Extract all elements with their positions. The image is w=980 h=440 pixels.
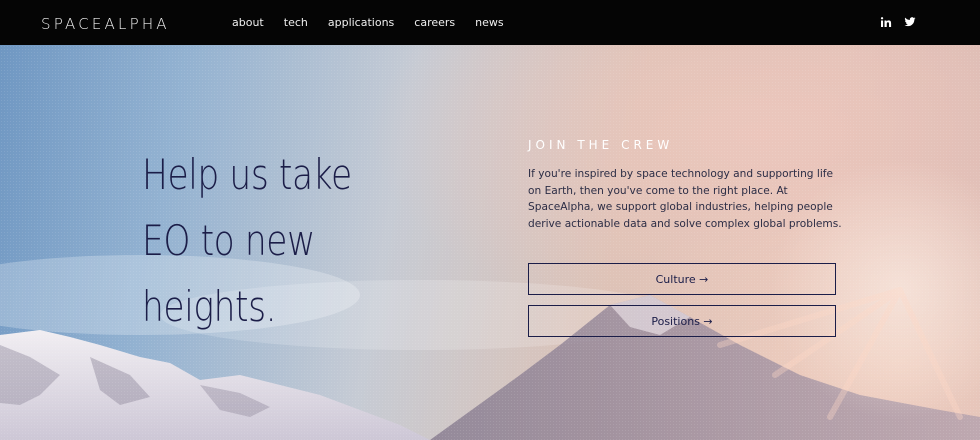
nav-link-careers[interactable]: careers bbox=[414, 16, 455, 29]
linkedin-icon[interactable] bbox=[880, 16, 892, 28]
logo[interactable]: SPACEALPHA bbox=[41, 15, 170, 33]
top-navbar: SPACEALPHA about tech applications caree… bbox=[0, 0, 980, 45]
twitter-icon[interactable] bbox=[904, 16, 916, 28]
hero-body-text: If you're inspired by space technology a… bbox=[528, 168, 842, 231]
nav-link-news[interactable]: news bbox=[475, 16, 503, 29]
nav-link-tech[interactable]: tech bbox=[284, 16, 308, 29]
positions-button[interactable]: Positions → bbox=[528, 305, 836, 337]
main-nav: about tech applications careers news bbox=[232, 16, 524, 29]
social-links bbox=[880, 16, 916, 28]
section-label: JOIN THE CREW bbox=[528, 138, 674, 152]
hero-section: Help us take EO to new heights. JOIN THE… bbox=[0, 45, 980, 440]
nav-link-about[interactable]: about bbox=[232, 16, 264, 29]
hero-headline: Help us take EO to new heights. bbox=[142, 150, 352, 331]
culture-button[interactable]: Culture → bbox=[528, 263, 836, 295]
nav-link-applications[interactable]: applications bbox=[328, 16, 394, 29]
